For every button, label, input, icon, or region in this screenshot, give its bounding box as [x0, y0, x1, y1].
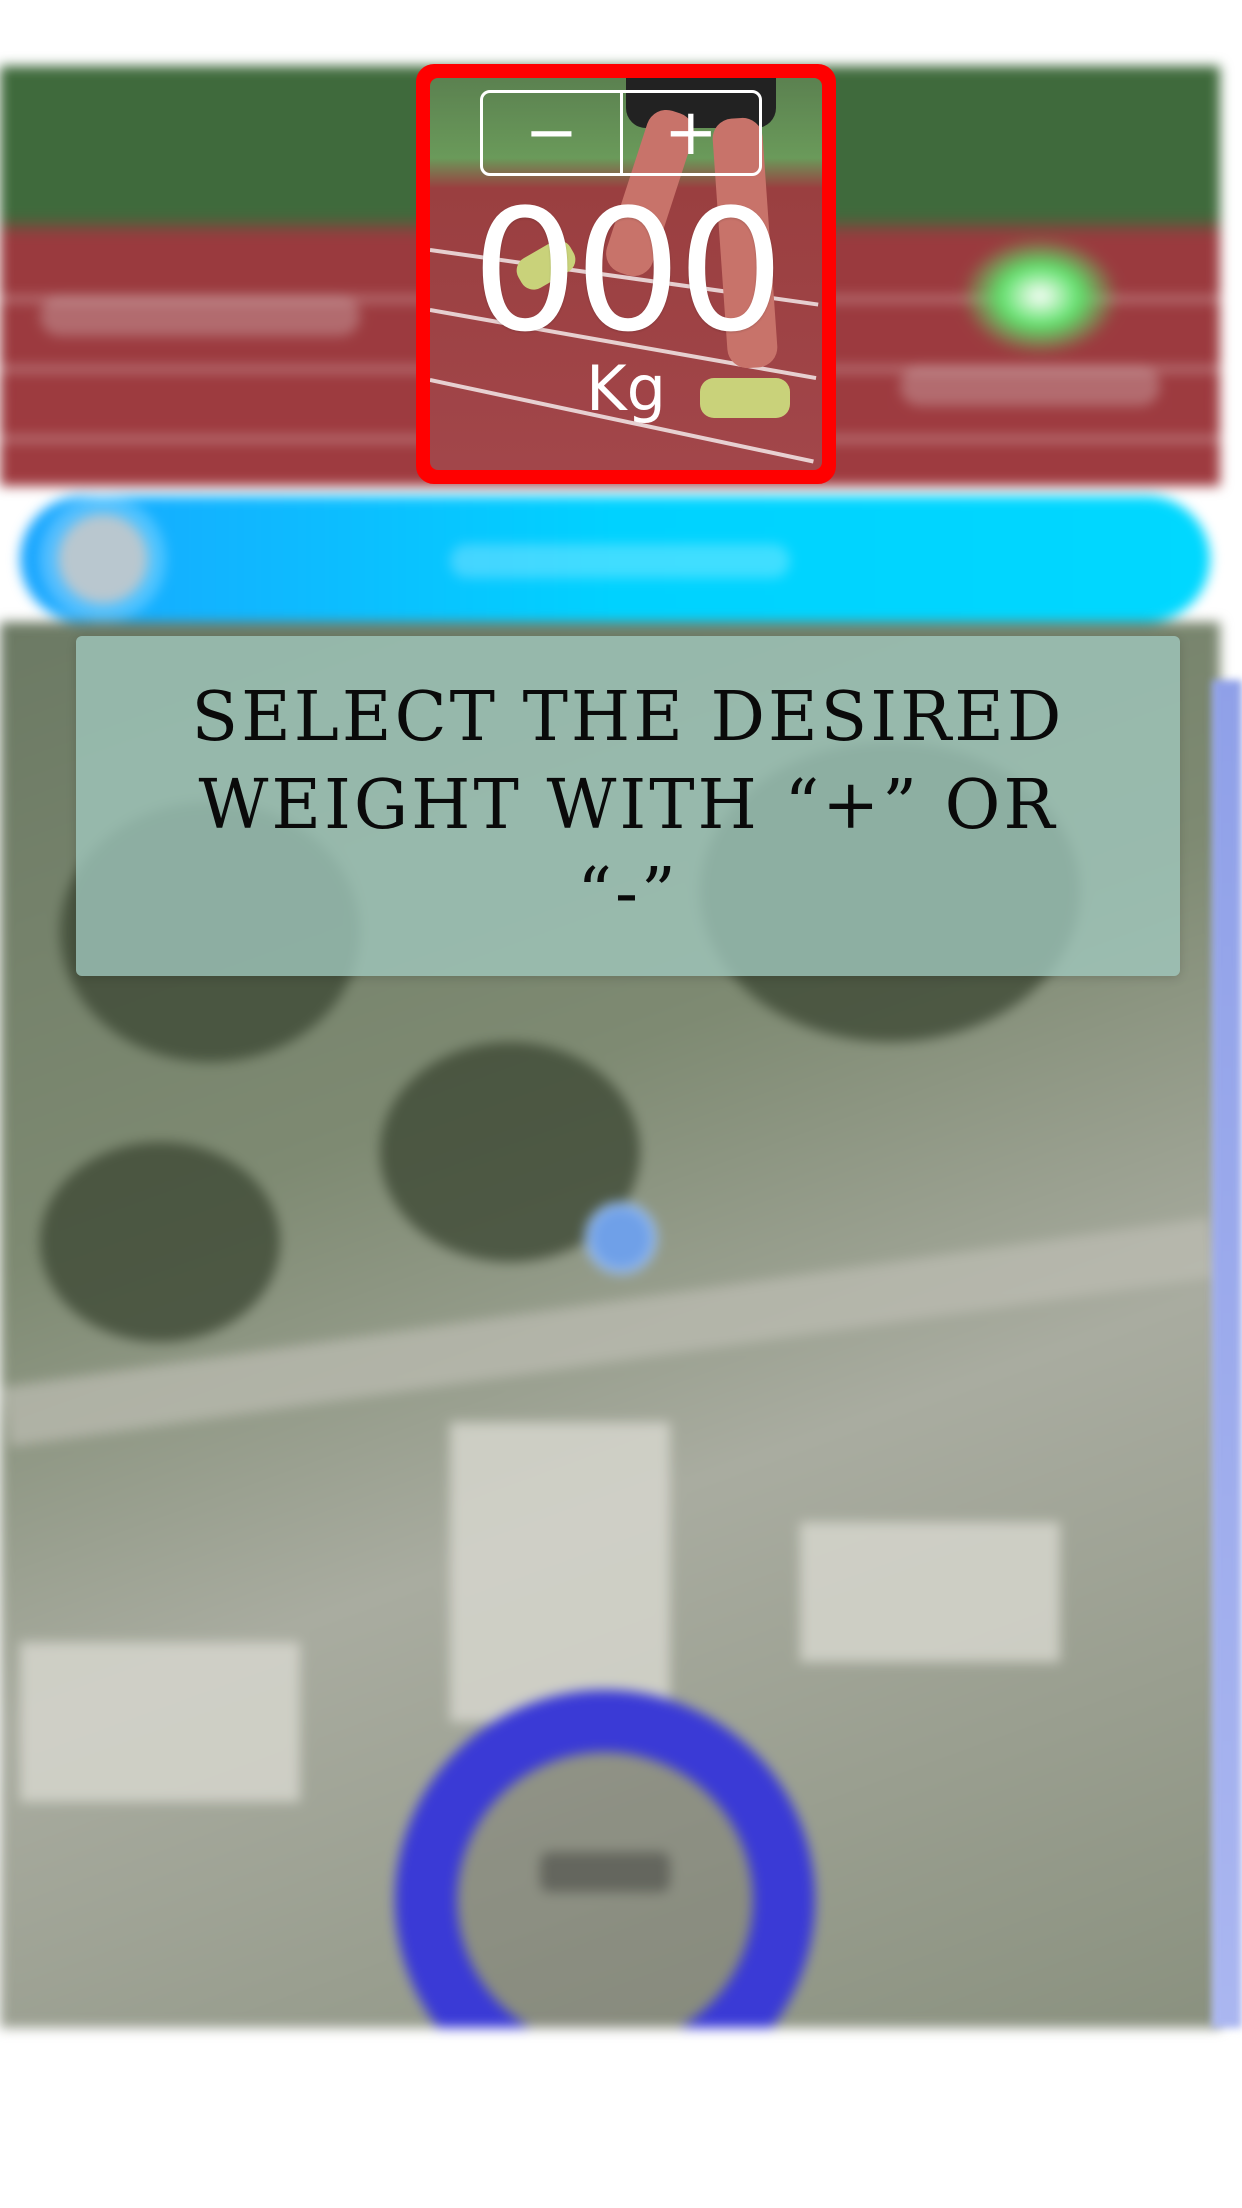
- background-text-blur: [900, 366, 1160, 406]
- background-slider-label: [450, 544, 790, 578]
- map-location-pin-icon: [585, 1202, 657, 1274]
- instruction-card: SELECT THE DESIRED WEIGHT WITH “+” OR “-…: [76, 636, 1180, 976]
- instruction-line-1: SELECT THE DESIRED: [191, 678, 1065, 757]
- weight-widget-background-photo: − + 000 Kg: [430, 78, 822, 470]
- increment-button[interactable]: +: [619, 93, 760, 173]
- background-slider-knob: [58, 514, 148, 604]
- background-slider-bar: [20, 496, 1210, 622]
- weight-selector-widget: − + 000 Kg: [416, 64, 836, 484]
- background-text-blur: [40, 296, 360, 336]
- background-ring-label: [540, 1852, 670, 1892]
- instruction-text: SELECT THE DESIRED WEIGHT WITH “+” OR “-…: [148, 674, 1108, 938]
- instruction-line-2: WEIGHT WITH “+” OR “-”: [198, 766, 1058, 933]
- weight-unit: Kg: [585, 352, 666, 425]
- background-edge: [1212, 680, 1242, 2028]
- weight-value: 000: [471, 173, 785, 369]
- weight-stepper[interactable]: − +: [480, 90, 762, 176]
- background-status-light: [960, 236, 1120, 356]
- decrement-button[interactable]: −: [483, 93, 620, 173]
